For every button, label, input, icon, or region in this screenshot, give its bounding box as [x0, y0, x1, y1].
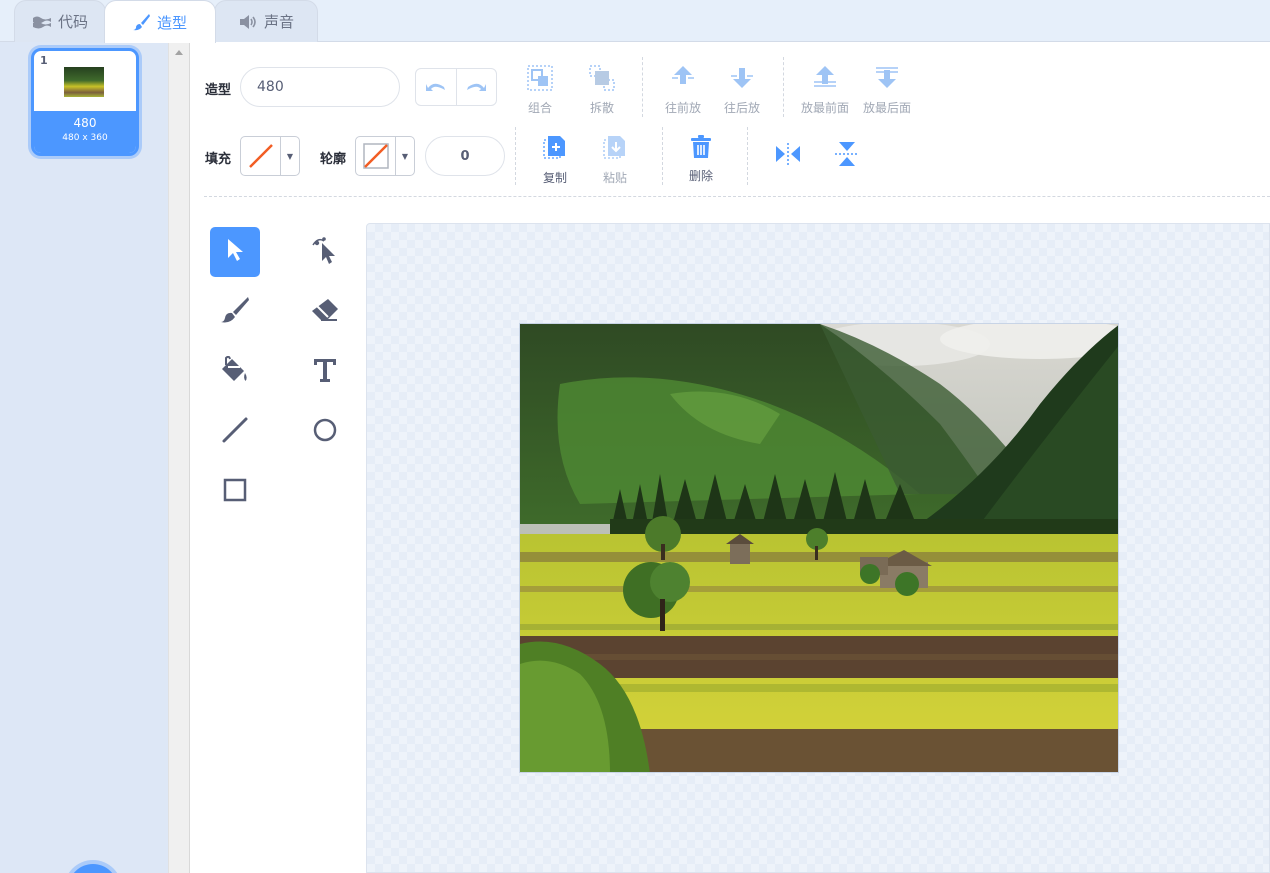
fill-tool[interactable] — [210, 347, 260, 397]
outline-label: 轮廓 — [320, 152, 347, 167]
outline-swatch — [356, 137, 396, 175]
costume-name-input[interactable] — [240, 67, 400, 107]
forward-label: 往前放 — [665, 101, 702, 115]
undo-icon — [425, 78, 447, 97]
brush-icon — [132, 13, 151, 31]
bring-to-front-icon — [811, 64, 839, 99]
costume-list — [0, 42, 168, 873]
costume-item[interactable]: 1 480 480 x 360 — [31, 48, 139, 156]
costume-name-label: 造型 — [205, 83, 232, 98]
toolbar-divider — [515, 127, 516, 185]
costume-size: 480 x 360 — [62, 133, 108, 143]
send-to-back-icon — [873, 64, 901, 99]
group-icon — [526, 64, 554, 99]
text-tool[interactable] — [300, 347, 350, 397]
costume-image[interactable] — [519, 323, 1119, 773]
flip-vertical-button[interactable] — [834, 140, 860, 175]
backward-icon — [728, 64, 756, 99]
eraser-tool[interactable] — [300, 287, 350, 337]
costume-number: 1 — [40, 54, 48, 67]
ungroup-label: 拆散 — [589, 101, 614, 115]
speaker-icon — [238, 14, 258, 30]
tab-costumes[interactable]: 造型 — [104, 0, 216, 43]
toolbar-bottom-divider — [204, 196, 1270, 197]
reshape-icon — [311, 235, 339, 269]
tab-sounds[interactable]: 声音 — [214, 0, 318, 42]
toolbar-divider — [642, 57, 643, 117]
editor-tab-bar: 代码 造型 声音 — [0, 0, 1270, 43]
stroke-width-input[interactable] — [425, 136, 505, 176]
line-icon — [221, 416, 249, 448]
rectangle-tool[interactable] — [210, 467, 260, 517]
code-icon — [32, 15, 52, 29]
copy-icon — [542, 134, 568, 169]
copy-label: 复制 — [542, 171, 567, 185]
redo-icon — [465, 78, 487, 97]
copy-button[interactable]: 复制 — [542, 134, 568, 186]
backward-button[interactable]: 往后放 — [724, 64, 760, 116]
toolbar-divider — [747, 127, 748, 185]
flip-horizontal-icon — [774, 142, 802, 173]
costume-info: 480 480 x 360 — [34, 111, 136, 153]
toolbar-divider — [662, 127, 663, 185]
paint-canvas[interactable] — [366, 223, 1270, 873]
undo-redo-group — [415, 68, 497, 106]
paint-editor: 造型 组合 拆散 往前放 — [190, 42, 1270, 873]
paste-icon — [602, 134, 628, 169]
fill-color-picker[interactable]: ▼ — [240, 136, 300, 176]
paste-button[interactable]: 粘贴 — [602, 134, 628, 186]
trash-icon — [689, 134, 713, 167]
costume-list-scrollbar[interactable] — [168, 42, 190, 873]
select-tool[interactable] — [210, 227, 260, 277]
rectangle-icon — [222, 477, 248, 507]
delete-label: 删除 — [689, 169, 714, 183]
redo-button[interactable] — [455, 69, 497, 105]
paste-label: 粘贴 — [602, 171, 627, 185]
ungroup-icon — [588, 64, 616, 99]
line-tool[interactable] — [210, 407, 260, 457]
tab-sounds-label: 声音 — [263, 13, 294, 31]
text-icon — [312, 357, 338, 387]
undo-button[interactable] — [416, 69, 456, 105]
fill-dropdown-icon: ▼ — [286, 151, 294, 161]
select-icon — [224, 237, 246, 267]
costume-name: 480 — [73, 116, 97, 130]
forward-icon — [669, 64, 697, 99]
group-label: 组合 — [527, 101, 552, 115]
reshape-tool[interactable] — [300, 227, 350, 277]
toolbar-divider — [783, 57, 784, 117]
delete-button[interactable]: 删除 — [689, 134, 713, 184]
tab-code-label: 代码 — [57, 13, 88, 31]
back-button[interactable]: 放最后面 — [863, 64, 911, 116]
costume-thumbnail — [64, 67, 104, 97]
outline-color-picker[interactable]: ▼ — [355, 136, 415, 176]
scroll-up-arrow-icon[interactable] — [175, 50, 183, 55]
paint-bucket-icon — [220, 355, 250, 388]
group-button[interactable]: 组合 — [526, 64, 554, 116]
eraser-icon — [310, 297, 340, 327]
circle-tool[interactable] — [300, 407, 350, 457]
brush-icon — [220, 296, 250, 328]
tab-costumes-label: 造型 — [156, 13, 187, 32]
tab-code[interactable]: 代码 — [14, 0, 106, 42]
backward-label: 往后放 — [724, 101, 761, 115]
flip-vertical-icon — [834, 140, 860, 175]
front-button[interactable]: 放最前面 — [801, 64, 849, 116]
circle-icon — [312, 417, 338, 447]
fill-label: 填充 — [205, 152, 232, 167]
back-label: 放最后面 — [863, 101, 912, 115]
forward-button[interactable]: 往前放 — [665, 64, 701, 116]
ungroup-button[interactable]: 拆散 — [588, 64, 616, 116]
fill-swatch — [241, 137, 281, 175]
flip-horizontal-button[interactable] — [774, 142, 802, 173]
front-label: 放最前面 — [801, 101, 850, 115]
brush-tool[interactable] — [210, 287, 260, 337]
outline-dropdown-icon: ▼ — [401, 151, 409, 161]
